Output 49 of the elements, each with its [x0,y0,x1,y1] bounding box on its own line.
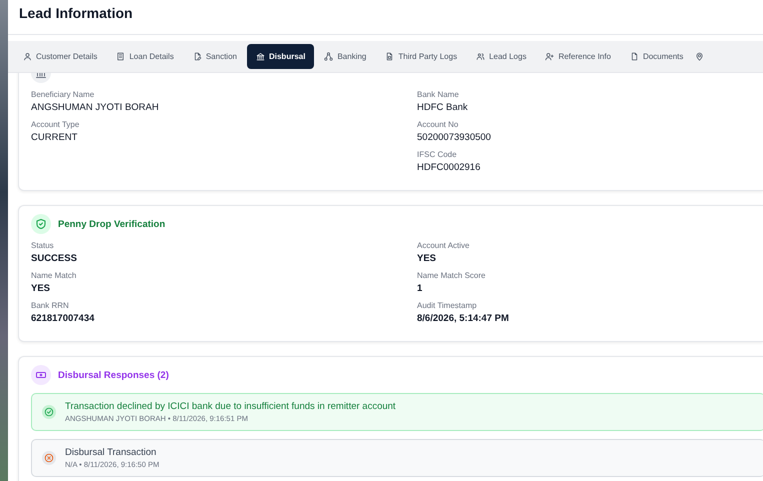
field-label: Name Match [31,271,78,280]
network-icon[interactable] [324,52,334,61]
field-value: SUCCESS [31,253,78,264]
shield-check-icon [31,214,51,234]
response-message: Disbursal Transaction [65,447,158,458]
field-value: YES [31,283,52,294]
field-label: Account No [417,120,460,129]
person-plus-icon[interactable] [545,52,554,61]
field-value: 50200073930500 [417,132,492,143]
person-icon[interactable] [23,52,32,61]
field-label: Status [31,241,55,250]
banknote-icon [31,365,51,385]
field-label: Bank Name [417,90,460,99]
location-pin-icon[interactable] [695,52,704,61]
section-title: Penny Drop Verification [58,218,166,230]
tab[interactable]: Banking [315,44,376,69]
x-circle-icon [42,451,56,465]
tab[interactable]: Disbursal [246,44,314,69]
field-value: HDFC Bank [417,102,469,113]
file-icon[interactable] [630,52,639,61]
field-label: Name Match Score [417,271,486,280]
field-value: 621817007434 [31,313,96,324]
field-value: HDFC0002916 [417,162,482,173]
tab[interactable]: Reference Info [536,44,620,69]
document-edit-icon[interactable] [192,52,202,61]
field-label: Bank RRN [31,301,70,310]
field-label: Account Type [31,120,80,129]
field-value: ANGSHUMAN JYOTI BORAH [31,102,160,113]
field-value: 1 [417,283,424,294]
field-label: IFSC Code [417,150,458,159]
tab[interactable]: Loan Details [107,44,183,69]
field-label: Account Active [417,241,470,250]
document-icon[interactable] [385,52,394,61]
tab[interactable]: Third Party Logs [376,44,466,69]
tab[interactable]: Documents [620,44,692,69]
response-message: Transaction declined by ICICI bank due to insufficient funds in remitter account [65,401,396,412]
people-icon[interactable] [476,52,486,61]
field-value: YES [417,253,438,264]
tab[interactable]: Lead Logs [467,44,536,69]
check-circle-icon [42,405,56,419]
section-title: Disbursal Responses (2) [58,370,169,380]
modal-title: Lead Information [8,0,763,35]
field-label: Audit Timestamp [417,301,478,310]
tab[interactable]: Sanction [184,44,246,69]
field-label: Beneficiary Name [31,90,96,99]
field-value: CURRENT [31,132,78,143]
tab[interactable]: Customer Details [14,44,106,69]
field-value: 8/6/2026, 5:14:47 PM [417,313,510,324]
bank-icon[interactable] [256,52,265,61]
